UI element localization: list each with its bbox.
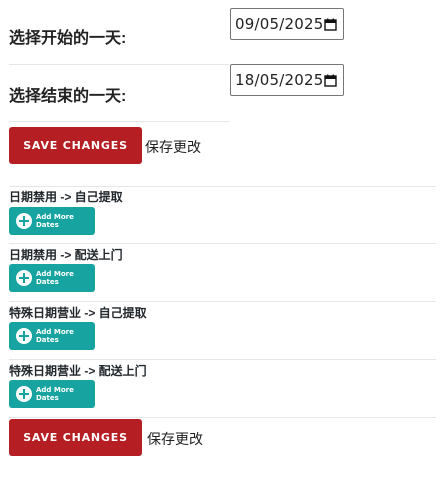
start-date-label: 选择开始的一天: bbox=[9, 30, 127, 47]
add-more-dates-button[interactable]: Add More Dates bbox=[9, 207, 95, 235]
divider bbox=[9, 121, 229, 122]
section-title: 日期禁用 -> 自己提取 bbox=[9, 190, 123, 204]
save-changes-text: 保存更改 bbox=[147, 431, 203, 447]
save-changes-button[interactable]: SAVE CHANGES bbox=[9, 127, 142, 164]
start-date-input[interactable]: 09/05/2025 bbox=[230, 8, 344, 40]
divider bbox=[9, 417, 436, 418]
divider bbox=[9, 359, 436, 360]
section-title: 日期禁用 -> 配送上门 bbox=[9, 248, 123, 262]
add-more-dates-button[interactable]: Add More Dates bbox=[9, 380, 95, 408]
start-date-value: 09/05/2025 bbox=[235, 15, 324, 33]
divider bbox=[9, 243, 436, 244]
save-changes-button[interactable]: SAVE CHANGES bbox=[9, 419, 142, 456]
add-more-dates-label: Add More Dates bbox=[36, 386, 74, 402]
save-changes-text: 保存更改 bbox=[145, 139, 201, 155]
calendar-icon[interactable] bbox=[324, 74, 337, 87]
add-more-dates-label: Add More Dates bbox=[36, 213, 74, 229]
divider bbox=[9, 64, 229, 65]
end-date-label: 选择结束的一天: bbox=[9, 88, 127, 105]
section-title: 特殊日期营业 -> 自己提取 bbox=[9, 306, 147, 320]
add-more-dates-label: Add More Dates bbox=[36, 328, 74, 344]
divider bbox=[9, 301, 436, 302]
add-more-dates-button[interactable]: Add More Dates bbox=[9, 264, 95, 292]
end-date-value: 18/05/2025 bbox=[235, 71, 324, 89]
plus-circle-icon bbox=[16, 328, 32, 344]
plus-circle-icon bbox=[16, 213, 32, 229]
plus-circle-icon bbox=[16, 270, 32, 286]
add-more-dates-label: Add More Dates bbox=[36, 270, 74, 286]
section-title: 特殊日期营业 -> 配送上门 bbox=[9, 364, 147, 378]
divider bbox=[9, 186, 436, 187]
calendar-icon[interactable] bbox=[324, 18, 337, 31]
plus-circle-icon bbox=[16, 386, 32, 402]
end-date-input[interactable]: 18/05/2025 bbox=[230, 64, 344, 96]
add-more-dates-button[interactable]: Add More Dates bbox=[9, 322, 95, 350]
